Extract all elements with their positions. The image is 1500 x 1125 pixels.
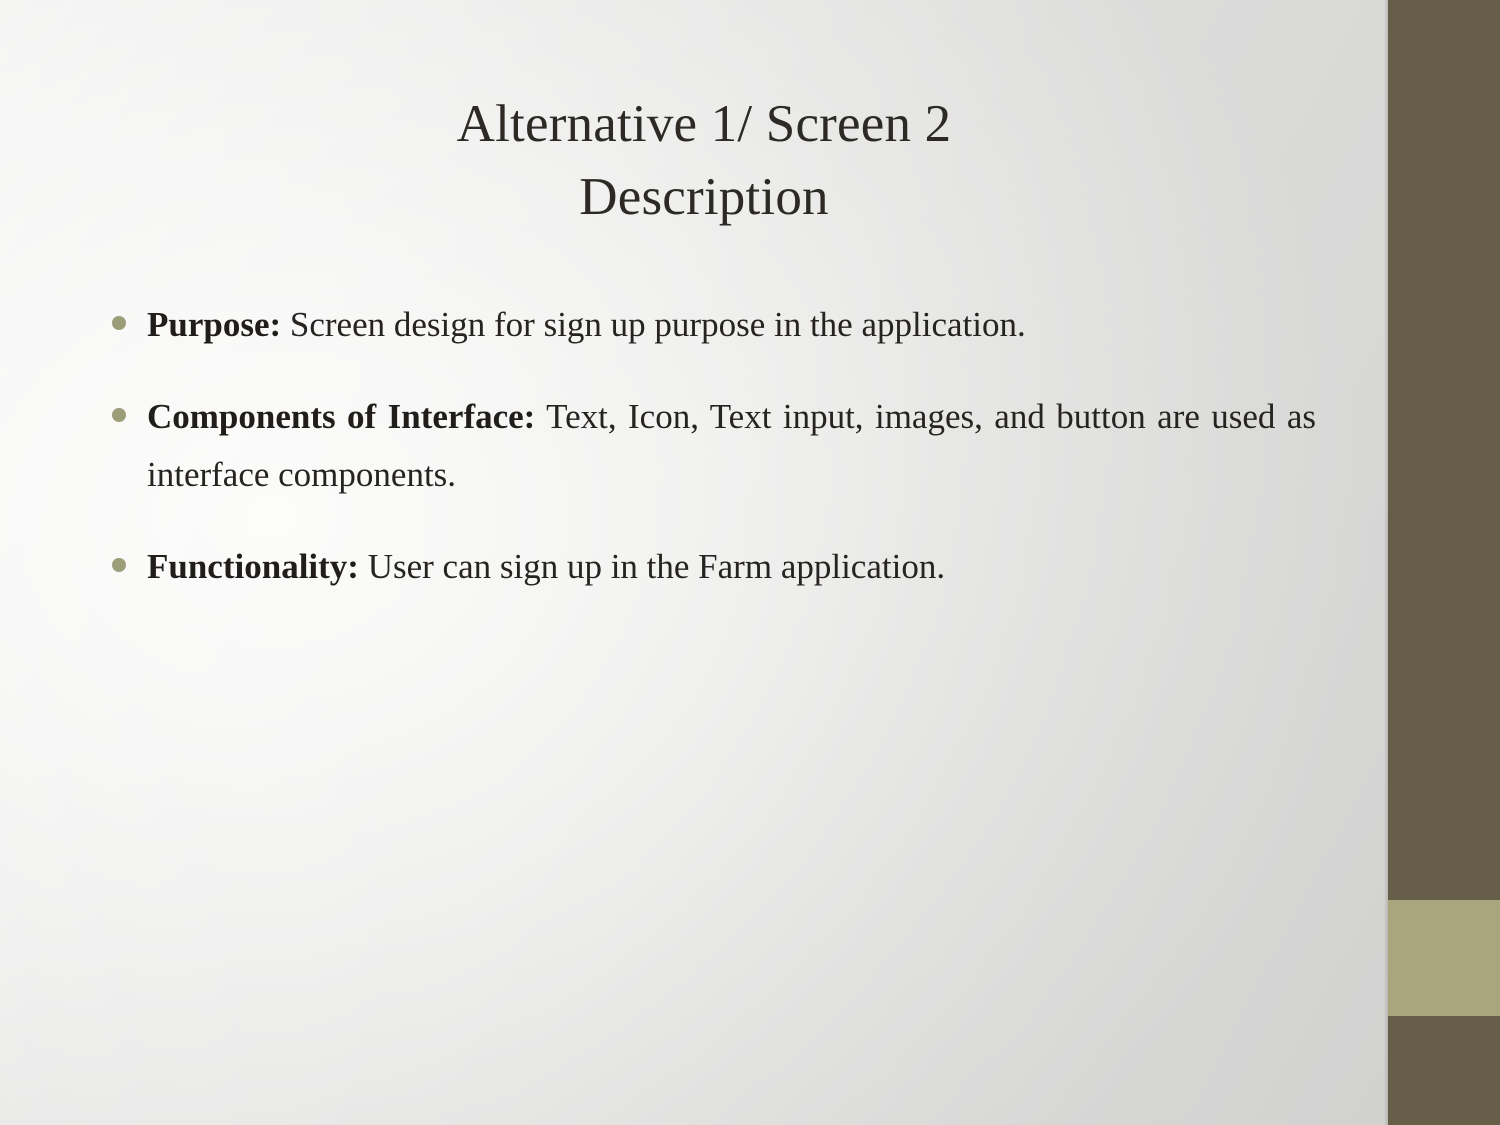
sidebar-segment-accent bbox=[1388, 900, 1500, 1016]
bullet-text: Screen design for sign up purpose in the… bbox=[281, 305, 1026, 344]
bullet-list: Purpose: Screen design for sign up purpo… bbox=[104, 296, 1316, 596]
slide-title-line-2: Description bbox=[579, 168, 829, 227]
bullet-text: User can sign up in the Farm application… bbox=[358, 547, 946, 587]
bullet-dot-icon bbox=[112, 408, 126, 423]
bullet-dot-icon bbox=[112, 316, 126, 330]
list-item: Components of Interface: Text, Icon, Tex… bbox=[104, 388, 1316, 504]
bullet-dot-icon bbox=[112, 558, 126, 573]
bullet-label: Components of Interface: bbox=[147, 397, 536, 437]
bullet-label: Purpose: bbox=[147, 305, 282, 344]
slide-title-line-1: Alternative 1/ Screen 2 bbox=[456, 95, 952, 153]
sidebar-segment-bottom bbox=[1388, 1016, 1500, 1125]
decorative-sidebar bbox=[1384, 0, 1500, 1125]
slide-title: Alternative 1/ Screen 2 Description bbox=[120, 88, 1288, 234]
list-item: Functionality: User can sign up in the F… bbox=[104, 538, 1316, 596]
slide-canvas: Alternative 1/ Screen 2 Description Purp… bbox=[0, 0, 1500, 1125]
list-item: Purpose: Screen design for sign up purpo… bbox=[104, 296, 1316, 354]
bullet-label: Functionality: bbox=[147, 547, 359, 587]
sidebar-segment-top bbox=[1388, 0, 1500, 900]
